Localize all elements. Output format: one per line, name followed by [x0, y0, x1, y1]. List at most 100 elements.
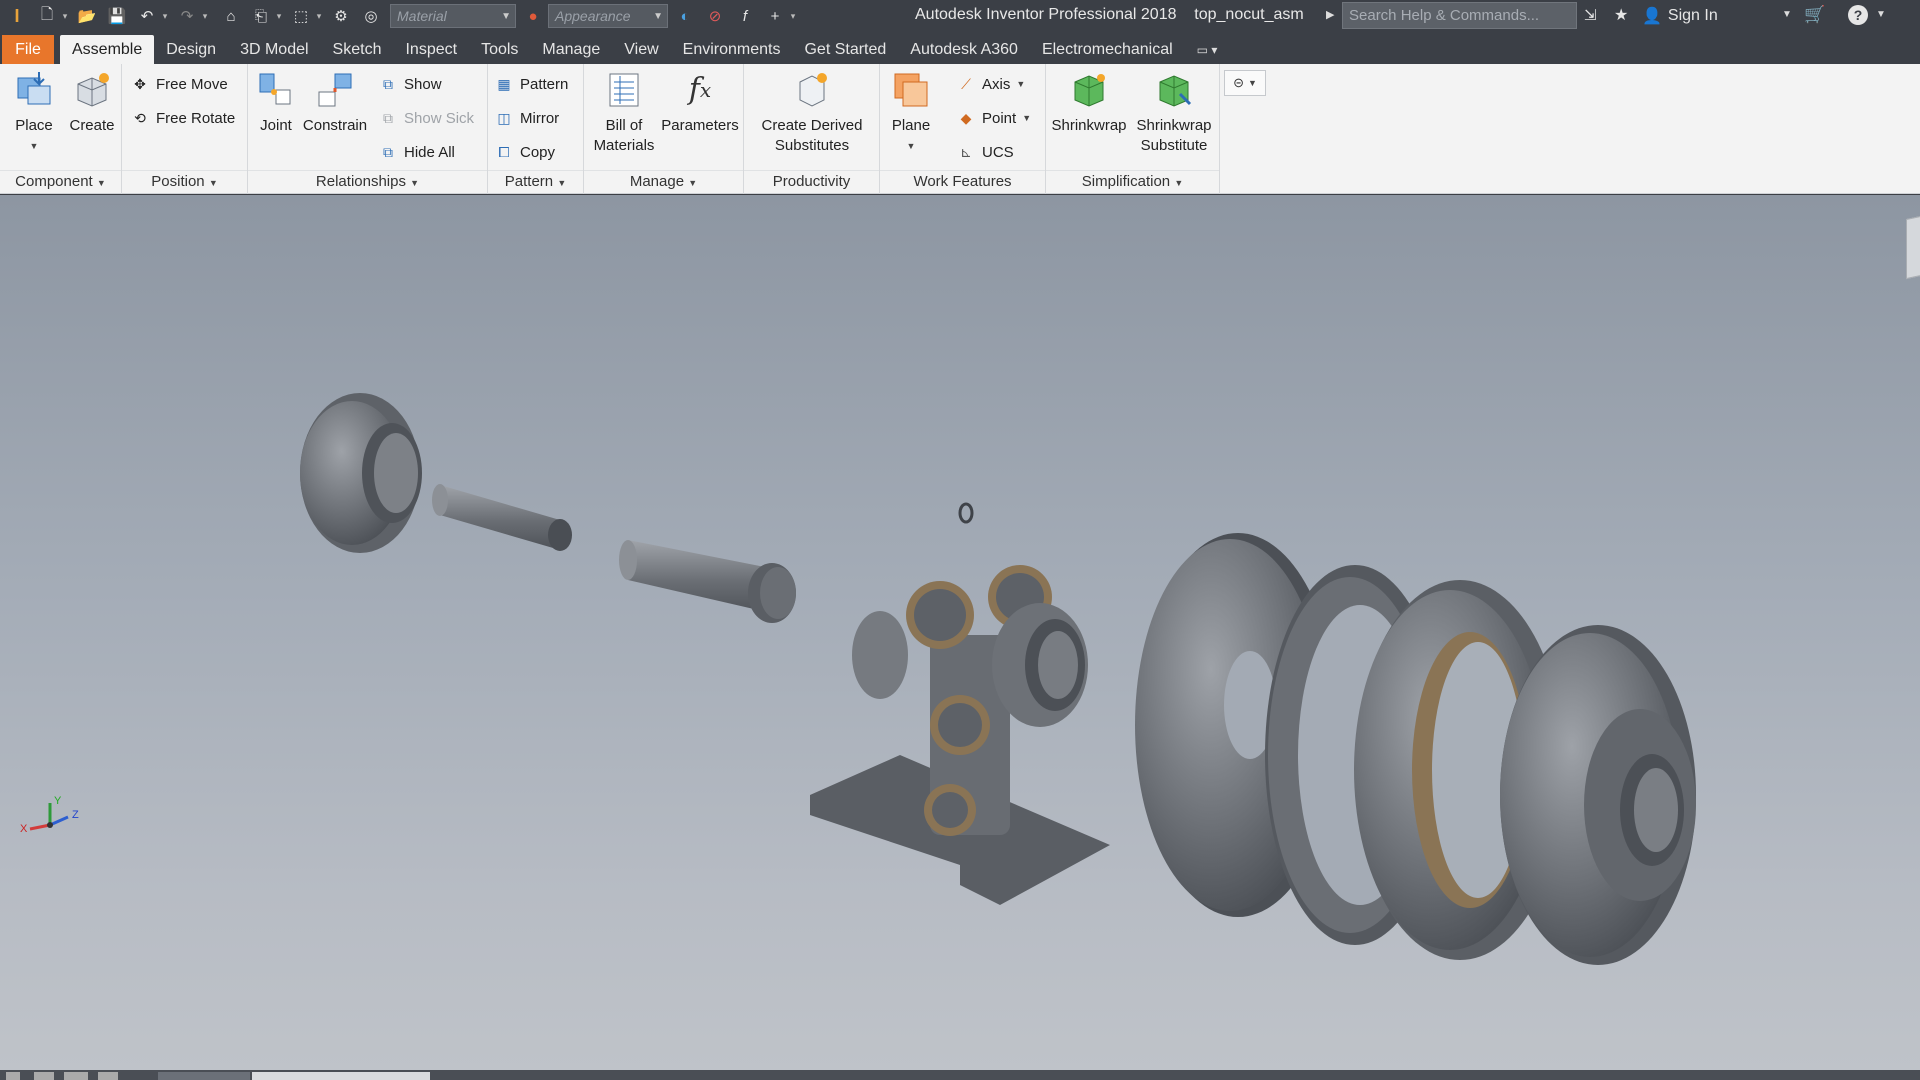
clear-icon[interactable]: ⊘: [702, 3, 728, 29]
favorites-icon[interactable]: ★: [1614, 5, 1628, 25]
input-shaft[interactable]: [432, 484, 572, 551]
document-tab-bar: [0, 1070, 1920, 1080]
undo-icon[interactable]: ↶: [134, 3, 160, 29]
free-move-button[interactable]: ✥ Free Move: [130, 70, 228, 98]
undo-dropdown-icon[interactable]: ▾: [160, 11, 170, 22]
end-cover[interactable]: [1500, 625, 1696, 965]
window-list-icon[interactable]: [98, 1072, 118, 1080]
design-doctor-icon[interactable]: ⚙: [328, 3, 354, 29]
arrange-icon[interactable]: [64, 1072, 88, 1080]
return-icon[interactable]: ⎗: [248, 3, 274, 29]
assembly-model[interactable]: [0, 195, 1920, 1070]
function-icon[interactable]: f: [732, 3, 758, 29]
constrain-button[interactable]: Constrain: [302, 68, 368, 136]
sign-in-button[interactable]: 👤 Sign In: [1642, 6, 1718, 26]
panel-relationships: Joint Constrain ⧉ Show ⧉ Show Sick ⧉ Hid…: [248, 64, 488, 194]
plane-button[interactable]: Plane ▼: [886, 68, 936, 156]
redo-icon[interactable]: ↷: [174, 3, 200, 29]
search-options-icon[interactable]: ⇲: [1584, 6, 1597, 24]
panel-label-manage[interactable]: Manage ▼: [584, 170, 743, 192]
tab-assemble[interactable]: Assemble: [60, 35, 155, 64]
select-icon[interactable]: ⬚: [288, 3, 314, 29]
tab-3d-model[interactable]: 3D Model: [228, 35, 320, 64]
retaining-ring[interactable]: [958, 502, 974, 524]
tab-electromechanical[interactable]: Electromechanical: [1030, 35, 1185, 64]
material-combo[interactable]: Material ▼: [390, 4, 516, 28]
save-icon[interactable]: 💾: [104, 3, 130, 29]
cascade-icon[interactable]: [34, 1072, 54, 1080]
open-icon[interactable]: 📂: [74, 3, 100, 29]
point-button[interactable]: ◆ Point ▼: [956, 104, 1032, 132]
tab-design[interactable]: Design: [154, 35, 228, 64]
help-icon[interactable]: ?: [1848, 5, 1868, 25]
select-dropdown-icon[interactable]: ▾: [314, 11, 324, 22]
panel-label-simplification[interactable]: Simplification ▼: [1046, 170, 1219, 192]
ucs-button[interactable]: ⊾ UCS: [956, 138, 1014, 166]
app-logo-icon[interactable]: I: [4, 3, 30, 29]
tab-sketch[interactable]: Sketch: [321, 35, 394, 64]
panel-label-position[interactable]: Position ▼: [122, 170, 247, 192]
copy-icon: ⧠: [498, 143, 510, 160]
new-dropdown-icon[interactable]: ▾: [60, 11, 70, 22]
update-icon[interactable]: ◎: [358, 3, 384, 29]
axis-button[interactable]: ⟋ Axis ▼: [956, 70, 1025, 98]
cart-icon[interactable]: 🛒: [1804, 5, 1825, 25]
splined-shaft[interactable]: [619, 540, 796, 623]
customize-dropdown-icon[interactable]: ▾: [788, 11, 798, 22]
move-icon: ✥: [134, 75, 146, 92]
tab-environments[interactable]: Environments: [671, 35, 793, 64]
gearbox-assembly[interactable]: [810, 565, 1110, 905]
sign-in-dropdown-icon[interactable]: ▼: [1782, 9, 1792, 20]
ribbon-display-options-icon[interactable]: ▭ ▾: [1185, 35, 1230, 64]
tab-inspect[interactable]: Inspect: [393, 35, 469, 64]
active-document-tab[interactable]: [252, 1072, 430, 1080]
show-button[interactable]: ⧉ Show: [378, 70, 442, 98]
chevron-down-icon: ▼: [1174, 178, 1184, 188]
new-icon[interactable]: 🗋: [34, 3, 60, 29]
adjust-icon[interactable]: ◐: [672, 3, 698, 29]
create-button[interactable]: Create: [66, 68, 118, 136]
appearance-icon[interactable]: ●: [520, 3, 546, 29]
chevron-down-icon: ▼: [653, 10, 663, 22]
panel-label-relationships[interactable]: Relationships ▼: [248, 170, 487, 192]
create-derived-substitutes-button[interactable]: Create Derived Substitutes: [748, 68, 876, 156]
tile-icon[interactable]: [6, 1072, 20, 1080]
tab-view[interactable]: View: [612, 35, 670, 64]
end-flange[interactable]: [300, 393, 422, 553]
return-dropdown-icon[interactable]: ▾: [274, 11, 284, 22]
free-rotate-button[interactable]: ⟲ Free Rotate: [130, 104, 235, 132]
panel-label-productivity: Productivity: [744, 170, 879, 192]
show-sick-button[interactable]: ⧉ Show Sick: [378, 104, 474, 132]
panel-label-pattern[interactable]: Pattern ▼: [488, 170, 583, 192]
ribbon-customize-button[interactable]: ⊝ ▼: [1224, 70, 1266, 96]
copy-button[interactable]: ⧠ Copy: [494, 138, 555, 166]
tab-autodesk-a360[interactable]: Autodesk A360: [898, 35, 1030, 64]
add-icon[interactable]: +: [762, 3, 788, 29]
pattern-button[interactable]: ▦ Pattern: [494, 70, 568, 98]
home-icon[interactable]: ⌂: [218, 3, 244, 29]
shrinkwrap-button[interactable]: Shrinkwrap: [1048, 68, 1130, 136]
bill-of-materials-button[interactable]: Bill of Materials: [588, 68, 660, 156]
parameters-button[interactable]: fx Parameters: [658, 68, 742, 136]
search-input[interactable]: Search Help & Commands...: [1342, 2, 1577, 29]
viewcube-icon[interactable]: [1906, 214, 1920, 280]
tab-file[interactable]: File: [2, 35, 54, 64]
panel-label-component[interactable]: Component ▼: [0, 170, 121, 192]
axis-label: Axis: [982, 75, 1011, 93]
appearance-combo[interactable]: Appearance ▼: [548, 4, 668, 28]
document-tab[interactable]: [158, 1072, 250, 1080]
expand-arrow-icon[interactable]: ▶: [1326, 8, 1334, 21]
tab-manage[interactable]: Manage: [530, 35, 612, 64]
place-button[interactable]: Place ▼: [8, 68, 60, 156]
hide-all-button[interactable]: ⧉ Hide All: [378, 138, 455, 166]
redo-dropdown-icon[interactable]: ▾: [200, 11, 210, 22]
joint-button[interactable]: Joint: [254, 68, 298, 136]
shrinkwrap-substitute-button[interactable]: Shrinkwrap Substitute: [1132, 68, 1216, 156]
graphics-viewport[interactable]: X Y Z: [0, 195, 1920, 1070]
tab-tools[interactable]: Tools: [469, 35, 530, 64]
mirror-button[interactable]: ◫ Mirror: [494, 104, 559, 132]
help-dropdown-icon[interactable]: ▼: [1876, 9, 1886, 20]
tab-get-started[interactable]: Get Started: [792, 35, 898, 64]
pattern-label: Pattern: [520, 75, 569, 93]
z-axis-label: Z: [72, 809, 79, 821]
